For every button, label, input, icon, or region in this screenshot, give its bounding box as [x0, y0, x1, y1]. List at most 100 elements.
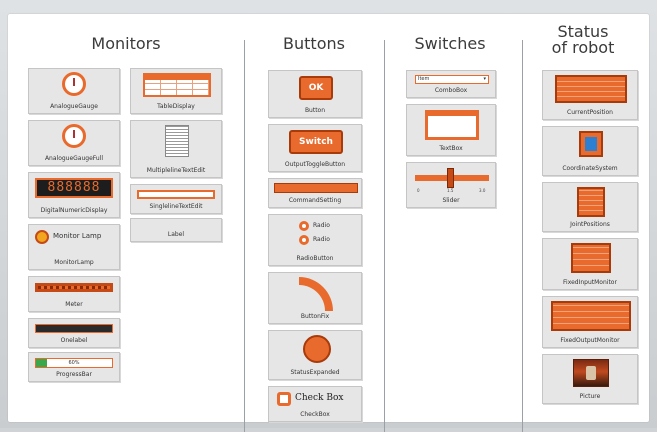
widget-label: Button — [304, 107, 326, 114]
combo-preview: Item ▾ — [415, 75, 489, 84]
slider-tick-label: 3.0 — [479, 188, 486, 193]
column-separator — [244, 40, 245, 432]
chevron-down-icon: ▾ — [483, 76, 486, 82]
arc-icon — [299, 277, 333, 311]
lamp-icon — [35, 230, 49, 244]
column-title-status: Status of robot — [551, 22, 615, 57]
widget-label: Onelabel — [60, 337, 88, 344]
widget-label: Slider — [442, 197, 460, 204]
joint-positions-widget[interactable]: JointPositions — [542, 182, 638, 232]
widget-label: MultiplelineTextEdit — [146, 167, 206, 174]
radio-button-widget[interactable]: Radio Radio RadioButton — [268, 214, 362, 266]
onelabel-widget[interactable]: Onelabel — [28, 318, 120, 348]
widget-label: Label — [167, 231, 185, 238]
coordinate-icon — [579, 131, 603, 157]
widget-label: AnalogueGaugeFull — [44, 155, 104, 162]
widget-label: ButtonFix — [300, 313, 330, 320]
widget-label: FixedOutputMonitor — [560, 337, 620, 344]
output-toggle-button-widget[interactable]: Switch OutputToggleButton — [268, 124, 362, 172]
text-box-preview — [425, 110, 479, 140]
meter-widget[interactable]: Meter — [28, 276, 120, 312]
widget-label: Meter — [65, 301, 83, 308]
widget-label: TableDisplay — [157, 103, 195, 110]
digital-numeric-display-widget[interactable]: 888888 DigitalNumericDisplay — [28, 172, 120, 218]
command-bar-preview — [274, 183, 358, 193]
current-position-widget[interactable]: CurrentPosition — [542, 70, 638, 120]
widget-label: ComboBox — [434, 87, 468, 94]
progress-text: 60% — [68, 360, 80, 366]
column-separator — [522, 40, 523, 432]
widget-label: TextBox — [439, 145, 463, 152]
column-separator — [384, 40, 385, 432]
widget-label: ProgressBar — [56, 371, 92, 378]
widget-palette-panel: Monitors Buttons Switches Status of robo… — [8, 14, 649, 432]
text-document-icon — [165, 125, 189, 157]
background-frame: Monitors Buttons Switches Status of robo… — [0, 0, 657, 432]
column-title-monitors: Monitors — [91, 34, 161, 53]
onelabel-display — [35, 324, 113, 333]
widget-label: Picture — [579, 393, 601, 400]
position-table-icon — [555, 75, 627, 103]
analogue-gauge-full-widget[interactable]: AnalogueGaugeFull — [28, 120, 120, 166]
widget-label: StatusExpanded — [290, 369, 340, 376]
digital-display: 888888 — [35, 178, 113, 198]
gauge-icon — [62, 72, 86, 96]
slider-tick-label: 1.5 — [447, 188, 454, 193]
combo-box-widget[interactable]: Item ▾ ComboBox — [406, 70, 496, 98]
checkbox-icon — [277, 392, 291, 406]
widget-label: DigitalNumericDisplay — [40, 207, 108, 214]
widget-label: RadioButton — [296, 255, 334, 262]
slider-tick-label: 0 — [417, 188, 420, 193]
widget-label: OutputToggleButton — [284, 161, 346, 168]
text-input-preview — [137, 190, 215, 199]
fixed-output-monitor-widget[interactable]: FixedOutputMonitor — [542, 296, 638, 348]
radio-label: Radio — [313, 236, 330, 243]
progress-bar-widget[interactable]: 60% ProgressBar — [28, 352, 120, 382]
widget-label: FixedInputMonitor — [563, 279, 617, 286]
meter-bar — [35, 283, 113, 292]
widget-label: JointPositions — [570, 221, 610, 228]
radio-icon — [299, 221, 309, 231]
progress-bar: 60% — [35, 358, 113, 368]
status-expanded-widget[interactable]: StatusExpanded — [268, 330, 362, 380]
widget-label: SinglelineTextEdit — [149, 203, 203, 210]
radio-icon — [299, 235, 309, 245]
singleline-text-edit-widget[interactable]: SinglelineTextEdit — [130, 184, 222, 214]
output-monitor-icon — [551, 301, 631, 331]
widget-label: CoordinateSystem — [562, 165, 618, 172]
fixed-input-monitor-widget[interactable]: FixedInputMonitor — [542, 238, 638, 290]
button-widget[interactable]: OK Button — [268, 70, 362, 118]
table-display-widget[interactable]: TableDisplay — [130, 68, 222, 114]
widget-label: AnalogueGauge — [50, 103, 98, 110]
analogue-gauge-widget[interactable]: AnalogueGauge — [28, 68, 120, 114]
picture-widget[interactable]: Picture — [542, 354, 638, 404]
circle-button-icon — [303, 335, 331, 363]
input-monitor-icon — [571, 243, 611, 273]
ok-button-preview: OK — [299, 76, 333, 100]
joint-table-icon — [577, 187, 605, 217]
column-title-switches: Switches — [414, 34, 486, 53]
slider-thumb — [447, 168, 454, 188]
text-box-widget[interactable]: TextBox — [406, 104, 496, 156]
switch-button-preview: Switch — [289, 130, 343, 154]
button-fix-widget[interactable]: ButtonFix — [268, 272, 362, 324]
lamp-text: Monitor Lamp — [53, 232, 102, 240]
multiline-text-edit-widget[interactable]: MultiplelineTextEdit — [130, 120, 222, 178]
monitor-lamp-widget[interactable]: Monitor Lamp MonitorLamp — [28, 224, 120, 270]
widget-label: MonitorLamp — [54, 259, 94, 266]
command-setting-widget[interactable]: CommandSetting — [268, 178, 362, 208]
widget-label: CheckBox — [300, 411, 330, 418]
slider-widget[interactable]: 0 1.5 3.0 Slider — [406, 162, 496, 208]
coordinate-system-widget[interactable]: CoordinateSystem — [542, 126, 638, 176]
picture-thumbnail — [573, 359, 609, 387]
widget-label: CurrentPosition — [567, 109, 613, 116]
combo-value: Item — [418, 76, 430, 82]
widget-label: CommandSetting — [288, 197, 342, 204]
column-title-buttons: Buttons — [283, 34, 345, 53]
label-widget[interactable]: Label — [130, 218, 222, 242]
check-box-text: Check Box — [295, 393, 344, 403]
check-box-widget[interactable]: Check Box CheckBox — [268, 386, 362, 422]
radio-label: Radio — [313, 222, 330, 229]
table-icon — [143, 73, 211, 97]
gauge-icon — [62, 124, 86, 148]
